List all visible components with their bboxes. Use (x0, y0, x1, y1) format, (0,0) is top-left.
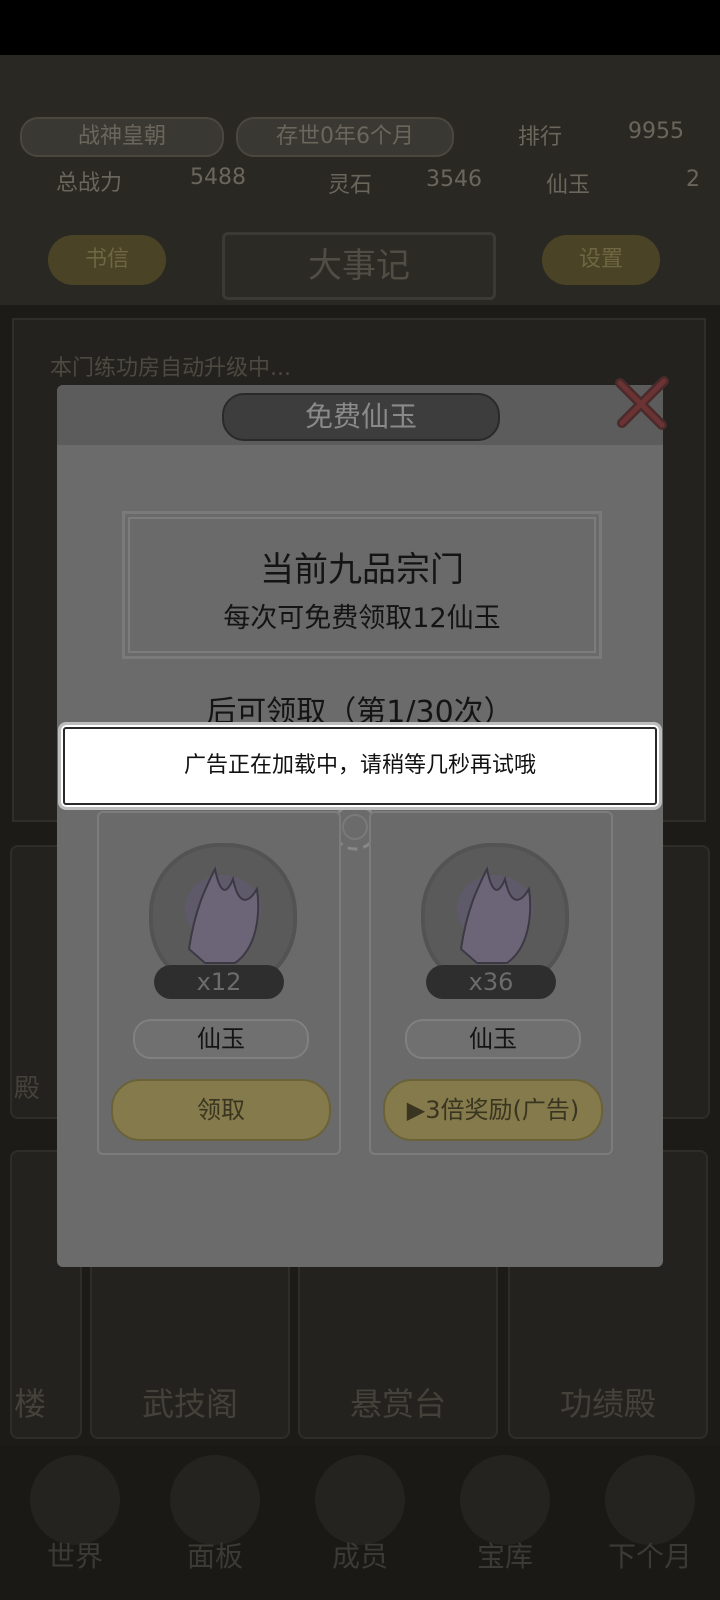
reward-name: 仙玉 (405, 1019, 581, 1059)
nav-members[interactable]: 成员 (295, 1445, 425, 1600)
nav-label: 面板 (186, 1540, 243, 1573)
settings-button[interactable]: 设置 (542, 235, 660, 285)
jade-value: 2 (686, 167, 700, 192)
toast-notification: 广告正在加载中，请稍等几秒再试哦 (58, 722, 662, 810)
info-title: 当前九品宗门 (260, 550, 464, 590)
toast-message: 广告正在加载中，请稍等几秒再试哦 (183, 753, 536, 778)
building-label: 武技阁 (141, 1385, 238, 1423)
mail-button[interactable]: 书信 (48, 235, 166, 285)
spirit-stone-label: 灵石 (328, 173, 373, 198)
building-label: 悬赏台 (349, 1385, 446, 1423)
sect-rank-info: 当前九品宗门 每次可免费领取12仙玉 (122, 511, 602, 659)
nav-label: 下个月 (607, 1540, 692, 1573)
nav-treasury[interactable]: 宝库 (440, 1445, 570, 1600)
nav-label: 成员 (331, 1540, 388, 1573)
claim-button[interactable]: 领取 (111, 1079, 331, 1141)
rank-label: 排行 (518, 125, 563, 150)
jade-label: 仙玉 (546, 173, 591, 198)
reward-name: 仙玉 (133, 1019, 309, 1059)
reward-card-ad: x36 仙玉 ▶3倍奖励(广告) (369, 811, 613, 1155)
status-bar (0, 0, 720, 55)
section-title: 大事记 (222, 232, 496, 300)
treasury-icon (460, 1455, 550, 1545)
globe-icon (30, 1455, 120, 1545)
nav-world[interactable]: 世界 (10, 1445, 140, 1600)
building-label: 楼 (14, 1385, 47, 1423)
rank-value: 9955 (628, 119, 684, 144)
triple-reward-ad-button[interactable]: ▶3倍奖励(广告) (383, 1079, 603, 1141)
panel-icon (170, 1455, 260, 1545)
survival-time: 存世0年6个月 (236, 117, 454, 157)
nav-label: 世界 (46, 1540, 103, 1573)
nav-label: 宝库 (476, 1540, 533, 1573)
reward-quantity: x36 (426, 965, 556, 999)
power-label: 总战力 (56, 171, 123, 196)
dialog-title: 免费仙玉 (222, 393, 500, 441)
spirit-stone-value: 3546 (426, 167, 482, 192)
members-icon (315, 1455, 405, 1545)
power-value: 5488 (190, 165, 246, 190)
log-line: 本门练功房自动升级中... (50, 356, 291, 381)
reward-quantity: x12 (154, 965, 284, 999)
sect-name: 战神皇朝 (20, 117, 224, 157)
info-subtitle: 每次可免费领取12仙玉 (223, 603, 501, 634)
close-icon[interactable] (612, 373, 672, 433)
reward-card-free: x12 仙玉 领取 (97, 811, 341, 1155)
building-label: 功绩殿 (559, 1385, 656, 1423)
free-jade-dialog: 免费仙玉 当前九品宗门 每次可免费领取12仙玉 后可领取（第1/30次） x12… (57, 376, 669, 1267)
nav-panel[interactable]: 面板 (150, 1445, 280, 1600)
bottom-nav: 世界 面板 成员 宝库 下个月 (0, 1445, 720, 1600)
nav-next-month[interactable]: 下个月 (585, 1445, 715, 1600)
calendar-icon (605, 1455, 695, 1545)
